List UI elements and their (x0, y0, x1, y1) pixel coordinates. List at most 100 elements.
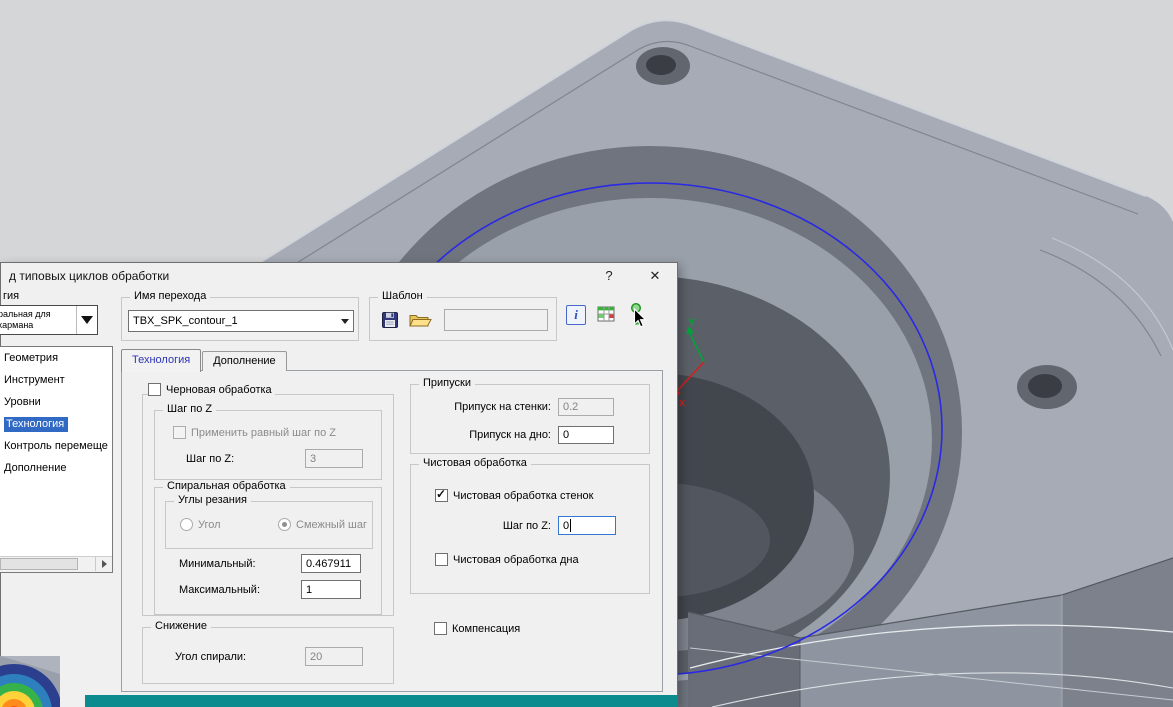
bottom-allowance-value: 0 (563, 429, 570, 441)
compensation-checkbox-row[interactable]: Компенсация (434, 622, 524, 635)
adjacent-step-radio-row[interactable]: Смежный шаг (278, 518, 367, 531)
axis-y-label: Y (688, 317, 696, 329)
sidebar-top-label: гия (3, 290, 20, 302)
dialog-title: д типовых циклов обработки (9, 268, 170, 283)
step-z-label: Шаг по Z: (186, 453, 235, 465)
adjacent-step-radio-label: Смежный шаг (296, 518, 367, 531)
tab-technology[interactable]: Технология (121, 349, 202, 372)
bottom-allowance-field[interactable]: 0 (558, 426, 614, 444)
operation-name-combobox[interactable]: TBX_SPK_contour_1 (128, 310, 354, 332)
finish-bottom-label: Чистовая обработка дна (453, 553, 579, 566)
load-template-button[interactable] (408, 310, 432, 330)
cutting-angles-group: Углы резания Угол Смежный шаг (165, 494, 373, 549)
finish-walls-checkbox[interactable] (435, 487, 448, 502)
axis-x-label: x (679, 397, 686, 409)
step-z-group: Шаг по Z Применить равный шаг по Z Шаг п… (154, 403, 382, 480)
technology-tab-pane: Черновая обработка Шаг по Z Применить ра… (121, 370, 663, 692)
strategy-dropdown-value: ральная для кармана (0, 309, 51, 330)
sidebar-item-addition[interactable]: Дополнение (0, 457, 112, 479)
max-value: 1 (306, 583, 313, 596)
tab-addition[interactable]: Дополнение (202, 351, 287, 371)
sidebar-item-motion-control[interactable]: Контроль перемеще (0, 435, 112, 457)
bottom-allowance-label: Припуск на дно: (469, 429, 551, 441)
spiral-group-label: Спиральная обработка (163, 480, 290, 492)
scrollbar-thumb[interactable] (0, 558, 78, 570)
strategy-dropdown-arrow[interactable] (76, 306, 97, 334)
step-z-value: 3 (310, 452, 317, 465)
finish-step-z-label: Шаг по Z: (502, 520, 551, 532)
sidebar-item-tool[interactable]: Инструмент (0, 369, 112, 391)
step-z-group-label: Шаг по Z (163, 403, 217, 415)
angle-radio[interactable] (180, 518, 193, 531)
arrow-right-icon (101, 560, 107, 568)
save-template-button[interactable] (380, 310, 400, 330)
params-table-icon (597, 306, 615, 322)
wall-allowance-value: 0.2 (563, 401, 579, 413)
wall-allowance-field[interactable]: 0.2 (558, 398, 614, 416)
finish-step-z-value: 0 (563, 519, 570, 532)
spiral-angle-label: Угол спирали: (175, 651, 247, 663)
info-button[interactable]: i (566, 305, 586, 325)
open-folder-icon (409, 315, 432, 327)
equal-step-checkbox-row[interactable]: Применить равный шаг по Z (173, 426, 340, 439)
min-field[interactable]: 0.467911 (301, 554, 361, 573)
simulation-preview-thumbnail (0, 656, 60, 707)
equal-step-checkbox[interactable] (173, 426, 186, 439)
tabstrip: Технология Дополнение (121, 349, 288, 372)
combobox-arrow[interactable] (336, 311, 353, 331)
wizard-pages-list[interactable]: Геометрия Инструмент Уровни Технология К… (0, 346, 113, 573)
spiral-angle-value: 20 (310, 650, 323, 663)
roughing-checkbox[interactable] (148, 383, 161, 396)
chevron-down-icon (340, 318, 349, 324)
min-value: 0.467911 (306, 557, 352, 570)
adjacent-step-radio[interactable] (278, 518, 291, 531)
sidebar-item-levels[interactable]: Уровни (0, 391, 112, 413)
descent-group: Снижение Угол спирали: 20 (142, 620, 394, 684)
finishing-group: Чистовая обработка Чистовая обработка ст… (410, 457, 650, 594)
template-group-label: Шаблон (378, 290, 427, 302)
allowances-group: Припуски Припуск на стенки: 0.2 Припуск … (410, 377, 650, 454)
min-label: Минимальный: (179, 558, 256, 570)
compensation-label: Компенсация (452, 622, 521, 635)
template-field[interactable] (444, 309, 548, 331)
list-horizontal-scrollbar[interactable] (0, 556, 112, 572)
operation-name-group-label: Имя перехода (130, 290, 211, 302)
finish-step-z-field[interactable]: 0 (558, 516, 616, 535)
finish-walls-checkbox-row[interactable]: Чистовая обработка стенок (435, 487, 597, 502)
close-button[interactable]: ✕ (639, 263, 671, 288)
help-button[interactable]: ? (593, 263, 625, 288)
info-icon: i (574, 307, 578, 322)
chevron-down-icon (81, 316, 93, 324)
save-icon (382, 312, 398, 328)
roughing-checkbox-label: Черновая обработка (166, 383, 272, 396)
mouse-cursor-icon (633, 307, 647, 332)
equal-step-label: Применить равный шаг по Z (191, 426, 337, 439)
dialog-titlebar[interactable]: д типовых циклов обработки ? ✕ (1, 263, 677, 288)
spiral-group: Спиральная обработка Углы резания Угол С… (154, 480, 382, 615)
operation-name-value: TBX_SPK_contour_1 (133, 315, 238, 327)
angle-radio-label: Угол (198, 518, 221, 531)
strategy-dropdown[interactable]: ральная для кармана (0, 305, 98, 335)
status-strip (85, 695, 678, 707)
finish-bottom-checkbox-row[interactable]: Чистовая обработка дна (435, 553, 582, 566)
finish-bottom-checkbox[interactable] (435, 553, 448, 566)
max-field[interactable]: 1 (301, 580, 361, 599)
finishing-group-label: Чистовая обработка (419, 457, 531, 469)
angle-radio-row[interactable]: Угол (180, 518, 221, 531)
wall-allowance-label: Припуск на стенки: (454, 401, 551, 413)
app-screen: Y x д типовых циклов обработки ? ✕ гия р… (0, 0, 1173, 707)
operation-name-group: Имя перехода TBX_SPK_contour_1 (121, 290, 359, 341)
compensation-checkbox[interactable] (434, 622, 447, 635)
allowances-group-label: Припуски (419, 377, 475, 389)
text-caret (570, 519, 572, 532)
roughing-checkbox-row[interactable]: Черновая обработка (148, 383, 275, 396)
sidebar-item-geometry[interactable]: Геометрия (0, 347, 112, 369)
spiral-angle-field[interactable]: 20 (305, 647, 363, 666)
descent-group-label: Снижение (151, 620, 211, 632)
scroll-right-button[interactable] (95, 557, 112, 571)
sidebar-item-technology[interactable]: Технология (0, 413, 112, 435)
max-label: Максимальный: (179, 584, 260, 596)
step-z-field[interactable]: 3 (305, 449, 363, 468)
parameters-table-button[interactable] (595, 303, 617, 325)
finish-walls-label: Чистовая обработка стенок (453, 489, 594, 502)
